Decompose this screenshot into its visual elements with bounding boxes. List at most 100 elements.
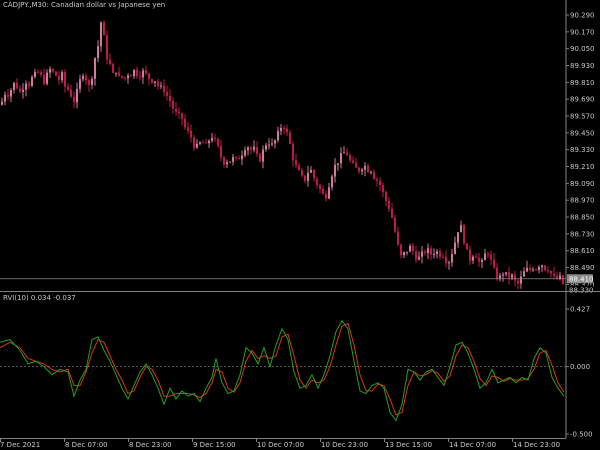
candle-body bbox=[40, 72, 42, 75]
price-tick-label: 89.450 bbox=[570, 129, 595, 137]
candle-body bbox=[103, 22, 105, 36]
candle-body bbox=[454, 242, 456, 254]
time-tick-label: 14 Dec 07:00 bbox=[449, 441, 496, 449]
candle-body bbox=[277, 131, 279, 141]
candle-body bbox=[556, 275, 558, 279]
candle-body bbox=[391, 208, 393, 218]
candle-body bbox=[370, 171, 372, 173]
time-tick-label: 14 Dec 23:00 bbox=[513, 441, 560, 449]
candle-body bbox=[205, 142, 207, 144]
candle-body bbox=[139, 76, 141, 78]
candle-body bbox=[346, 152, 348, 156]
candle-body bbox=[505, 272, 507, 275]
candle-body bbox=[124, 77, 126, 79]
candle-body bbox=[553, 273, 555, 276]
price-tick-label: 88.610 bbox=[570, 247, 595, 255]
candle-body bbox=[397, 231, 399, 245]
candle-body bbox=[301, 170, 303, 176]
candle-body bbox=[331, 176, 333, 188]
candle-body bbox=[1, 101, 3, 105]
candle-body bbox=[349, 155, 351, 161]
candle-body bbox=[316, 178, 318, 186]
candle-body bbox=[235, 156, 237, 159]
candle-body bbox=[328, 187, 330, 199]
candle-body bbox=[307, 172, 309, 181]
time-tick-label: 10 Dec 23:00 bbox=[321, 441, 368, 449]
bid-price-tag-label: 88.410 bbox=[569, 275, 594, 283]
candle-body bbox=[373, 171, 375, 180]
candle-body bbox=[334, 164, 336, 177]
candle-body bbox=[25, 83, 27, 90]
time-tick-label: 10 Dec 07:00 bbox=[257, 441, 304, 449]
candle-body bbox=[283, 127, 285, 129]
price-tick-label: 90.050 bbox=[570, 45, 595, 53]
candle-body bbox=[406, 251, 408, 253]
candle-body bbox=[19, 88, 21, 92]
candle-body bbox=[148, 73, 150, 80]
candle-body bbox=[226, 162, 228, 165]
candle-body bbox=[76, 88, 78, 103]
candle-body bbox=[385, 191, 387, 201]
candle-body bbox=[199, 142, 201, 144]
candle-body bbox=[106, 35, 108, 60]
candle-body bbox=[217, 138, 219, 146]
candle-body bbox=[520, 276, 522, 284]
candle-body bbox=[421, 251, 423, 257]
candle-body bbox=[340, 153, 342, 164]
candle-body bbox=[121, 75, 123, 78]
candle-body bbox=[118, 72, 120, 76]
candle-body bbox=[514, 274, 516, 281]
candle-body bbox=[10, 89, 12, 97]
current-price-tag-label: 88.330 bbox=[569, 287, 594, 295]
candle-body bbox=[34, 71, 36, 77]
candle-body bbox=[298, 165, 300, 171]
candle-body bbox=[253, 146, 255, 150]
candle-body bbox=[70, 89, 72, 97]
candle-body bbox=[55, 71, 57, 76]
candle-body bbox=[169, 95, 171, 101]
candle-body bbox=[451, 253, 453, 263]
candle-body bbox=[448, 262, 450, 264]
candle-body bbox=[94, 57, 96, 79]
candle-body bbox=[112, 63, 114, 74]
price-chart-canvas[interactable]: 90.290 90.170 90.050 89.930 89.810 89.690 89.5… bbox=[0, 0, 600, 450]
candle-body bbox=[292, 143, 294, 161]
candle-body bbox=[223, 157, 225, 165]
candle-body bbox=[355, 162, 357, 168]
candle-body bbox=[337, 163, 339, 165]
candle-body bbox=[313, 169, 315, 179]
candle-body bbox=[289, 132, 291, 144]
price-tick-label: 89.810 bbox=[570, 79, 595, 87]
candle-body bbox=[166, 92, 168, 96]
candle-body bbox=[469, 249, 471, 261]
candle-body bbox=[400, 244, 402, 256]
candle-body bbox=[538, 267, 540, 270]
candle-body bbox=[37, 71, 39, 73]
candle-body bbox=[130, 75, 132, 77]
candle-body bbox=[256, 146, 258, 155]
candle-body bbox=[361, 169, 363, 172]
candle-body bbox=[463, 225, 465, 244]
time-tick-label: 8 Dec 07:00 bbox=[65, 441, 108, 449]
candle-body bbox=[304, 175, 306, 181]
candle-body bbox=[97, 46, 99, 58]
candle-body bbox=[82, 75, 84, 80]
candle-body bbox=[472, 256, 474, 261]
candle-body bbox=[163, 85, 165, 93]
candle-body bbox=[4, 94, 6, 102]
price-tick-label: 88.970 bbox=[570, 197, 595, 205]
candle-body bbox=[13, 82, 15, 90]
candle-body bbox=[79, 79, 81, 89]
price-tick-label: 88.850 bbox=[570, 214, 595, 222]
candle-body bbox=[85, 75, 87, 81]
candle-body bbox=[265, 145, 267, 150]
candle-body bbox=[280, 127, 282, 132]
price-tick-label: 89.210 bbox=[570, 163, 595, 171]
candle-body bbox=[532, 269, 534, 271]
candle-body bbox=[529, 267, 531, 271]
price-tick-label: 88.730 bbox=[570, 230, 595, 238]
candle-body bbox=[46, 72, 48, 84]
candle-body bbox=[484, 253, 486, 261]
candle-body bbox=[184, 118, 186, 128]
candle-body bbox=[73, 96, 75, 103]
